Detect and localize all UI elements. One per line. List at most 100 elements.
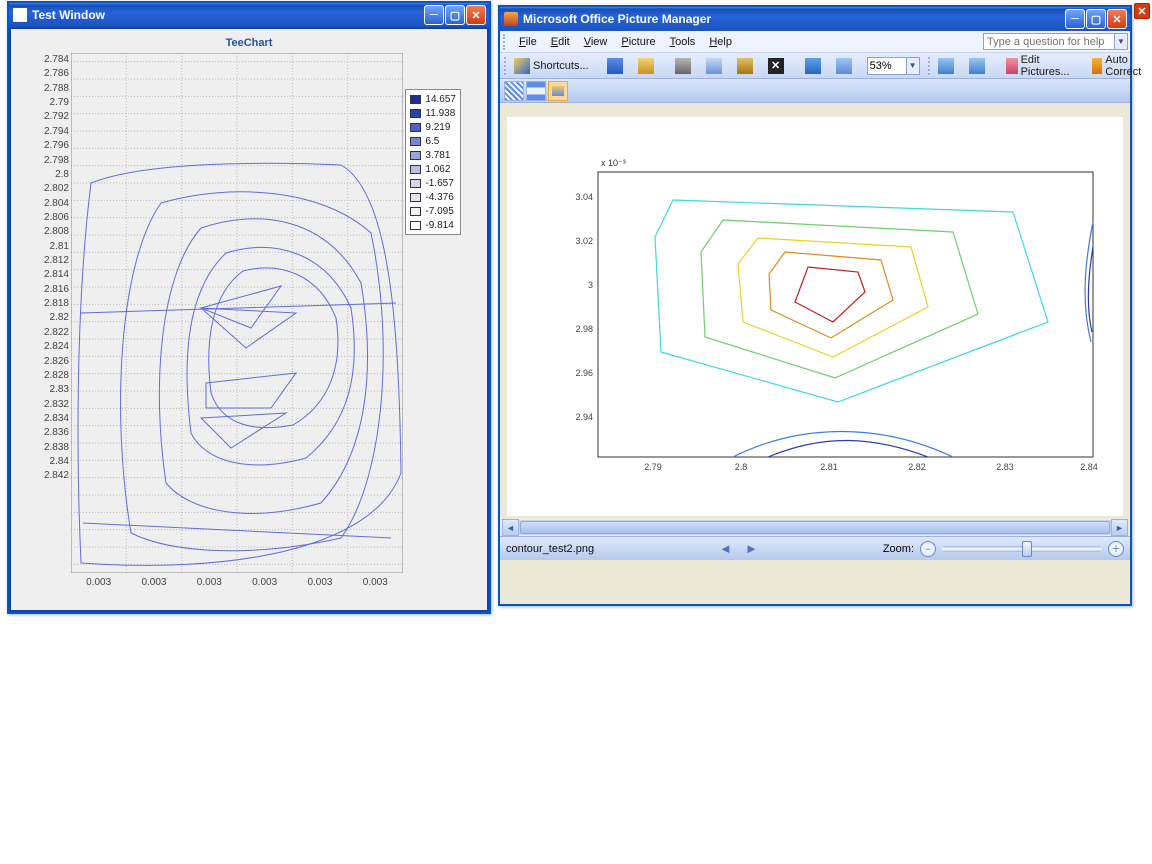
redo-button[interactable]	[831, 55, 860, 77]
next-image-button[interactable]: ►	[743, 541, 759, 557]
legend-entry: 3.781	[410, 148, 456, 162]
y-tick-label: 2.8	[11, 168, 69, 182]
cut-button[interactable]	[670, 55, 699, 77]
picture-manager-title: Microsoft Office Picture Manager	[523, 12, 1065, 26]
chart-title: TeeChart	[11, 37, 487, 49]
menu-edit[interactable]: Edit	[544, 34, 577, 50]
toolbar-grip[interactable]	[504, 57, 506, 75]
toolbar-grip[interactable]	[928, 57, 930, 75]
legend-swatch	[410, 137, 421, 146]
zoom-slider-thumb[interactable]	[1022, 541, 1032, 557]
y-tick-label: 2.804	[11, 197, 69, 211]
x-tick-label: 0.003	[292, 577, 347, 588]
y-tick-label: 2.784	[11, 53, 69, 67]
app-icon	[13, 8, 27, 22]
test-window: Test Window ─ ▢ ✕ TeeChart 2.7842.7862.7…	[7, 1, 491, 614]
contour-lines	[78, 163, 401, 565]
y-tick-label: 2.812	[11, 254, 69, 268]
y-tick-label: 2.824	[11, 340, 69, 354]
y-tick-label: 2.82	[11, 311, 69, 325]
y-tick-label: 2.842	[11, 469, 69, 483]
help-dropdown-button[interactable]: ▼	[1115, 33, 1128, 50]
menu-tools[interactable]: Tools	[663, 34, 703, 50]
app-icon	[504, 12, 518, 26]
copy-button[interactable]	[701, 55, 730, 77]
legend-value: 1.062	[425, 164, 450, 175]
menu-view[interactable]: View	[577, 34, 615, 50]
test-window-titlebar[interactable]: Test Window ─ ▢ ✕	[9, 3, 489, 27]
scroll-track[interactable]	[519, 520, 1111, 535]
legend-value: 6.5	[425, 136, 439, 147]
menu-picture[interactable]: Picture	[614, 34, 662, 50]
picture-manager-titlebar[interactable]: Microsoft Office Picture Manager ─ ▢ ✕	[500, 7, 1130, 31]
horizontal-scrollbar[interactable]: ◄ ►	[502, 519, 1128, 536]
paste-button[interactable]	[732, 55, 761, 77]
zoom-in-button[interactable]: ＋	[1108, 541, 1124, 557]
zoom-dropdown-button[interactable]: ▼	[907, 57, 920, 75]
image-view[interactable]: x 10⁻³ 3.04 3.02 3 2.98 2.96 2.94	[507, 117, 1123, 516]
workspace-area: x 10⁻³ 3.04 3.02 3 2.98 2.96 2.94	[500, 103, 1130, 560]
chart-panel: TeeChart 2.7842.7862.7882.792.7922.7942.…	[9, 27, 489, 612]
shortcuts-button[interactable]: Shortcuts...	[509, 55, 594, 77]
legend-value: 14.657	[425, 94, 456, 105]
svg-text:2.8: 2.8	[734, 462, 747, 472]
y-tick-label: 2.786	[11, 67, 69, 81]
menu-file[interactable]: File	[512, 34, 544, 50]
help-search-input[interactable]	[983, 33, 1115, 50]
svg-text:2.98: 2.98	[575, 324, 593, 334]
scroll-thumb[interactable]	[520, 521, 1110, 534]
legend-entry: 9.219	[410, 120, 456, 134]
y-tick-label: 2.838	[11, 441, 69, 455]
maximize-button[interactable]: ▢	[445, 5, 465, 25]
close-button[interactable]: ✕	[466, 5, 486, 25]
parent-close-button[interactable]: ✕	[1134, 3, 1150, 19]
rotate-right-icon	[969, 58, 985, 74]
prev-image-button[interactable]: ◄	[717, 541, 733, 557]
y-tick-label: 2.794	[11, 125, 69, 139]
delete-button[interactable]: ✕	[763, 55, 792, 77]
save-icon	[607, 58, 623, 74]
main-toolbar: Shortcuts... ✕ ▼ Edit Pictures...	[500, 53, 1130, 79]
legend-entry: -9.814	[410, 218, 456, 232]
filmstrip-view-button[interactable]	[526, 81, 546, 101]
zoom-out-button[interactable]: −	[920, 541, 936, 557]
auto-correct-button[interactable]: Auto Correct	[1087, 55, 1152, 77]
x-axis-labels: 0.0030.0030.0030.0030.0030.003	[71, 577, 403, 588]
zoom-control: Zoom: − ＋	[883, 541, 1124, 557]
filename-label: contour_test2.png	[506, 543, 594, 555]
save-button[interactable]	[602, 55, 631, 77]
zoom-input[interactable]	[867, 57, 907, 75]
maximize-button[interactable]: ▢	[1086, 9, 1106, 29]
minimize-button[interactable]: ─	[424, 5, 444, 25]
thumbnail-view-button[interactable]	[504, 81, 524, 101]
y-tick-label: 2.832	[11, 398, 69, 412]
toolbar-grip[interactable]	[503, 34, 509, 50]
menu-help[interactable]: Help	[702, 34, 739, 50]
zoom-combo[interactable]: ▼	[867, 57, 920, 75]
svg-text:2.83: 2.83	[996, 462, 1014, 472]
legend-swatch	[410, 165, 421, 174]
zoom-slider[interactable]	[942, 546, 1102, 552]
y-tick-label: 2.834	[11, 412, 69, 426]
menubar: File Edit View Picture Tools Help ▼	[500, 31, 1130, 53]
x-tick-label: 0.003	[348, 577, 403, 588]
close-button[interactable]: ✕	[1107, 9, 1127, 29]
scroll-left-button[interactable]: ◄	[502, 519, 519, 536]
edit-pictures-button[interactable]: Edit Pictures...	[1001, 55, 1079, 77]
rotate-right-button[interactable]	[964, 55, 993, 77]
svg-text:2.94: 2.94	[575, 412, 593, 422]
undo-button[interactable]	[800, 55, 829, 77]
y-axis-labels: 2.7842.7862.7882.792.7922.7942.7962.7982…	[11, 53, 69, 484]
legend-value: -1.657	[425, 178, 453, 189]
redo-icon	[836, 58, 852, 74]
legend-entry: 1.062	[410, 162, 456, 176]
mail-button[interactable]	[633, 55, 662, 77]
rotate-left-button[interactable]	[933, 55, 962, 77]
y-tick-label: 2.84	[11, 455, 69, 469]
y-tick-label: 2.816	[11, 283, 69, 297]
y-tick-label: 2.802	[11, 182, 69, 196]
scroll-right-button[interactable]: ►	[1111, 519, 1128, 536]
grid	[71, 53, 403, 573]
single-view-button[interactable]	[548, 81, 568, 101]
minimize-button[interactable]: ─	[1065, 9, 1085, 29]
